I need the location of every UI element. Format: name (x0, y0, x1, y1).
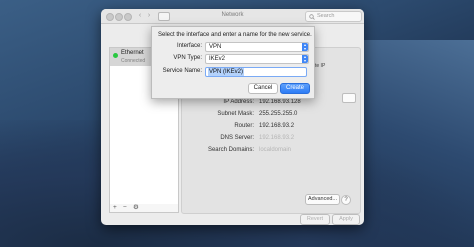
router-row: Router: 192.168.93.2 (181, 122, 359, 131)
revert-button[interactable]: Revert (300, 214, 330, 225)
interface-value: VPN (209, 44, 222, 50)
service-name: Ethernet (121, 50, 144, 56)
add-service-button[interactable]: + (113, 204, 117, 212)
router-label: Router: (234, 123, 254, 129)
interface-label: Interface: (176, 43, 202, 49)
title-bar: ‹ › Network Search (101, 9, 364, 24)
cancel-button[interactable]: Cancel (248, 83, 278, 94)
vpn-type-label: VPN Type: (173, 55, 202, 61)
subnet-mask-label: Subnet Mask: (217, 111, 254, 117)
subnet-mask-value: 255.255.255.0 (259, 111, 298, 117)
dns-server-row: DNS Server: 192.168.93.2 (181, 134, 359, 143)
apply-button[interactable]: Apply (332, 214, 360, 225)
service-name-value: VPN (IKEv2) (208, 68, 245, 76)
chevron-updown-icon: ▴ ▾ (302, 54, 308, 63)
dns-server-value: 192.168.93.2 (259, 135, 295, 141)
search-domains-row: Search Domains: localdomain (181, 146, 359, 155)
chevron-updown-icon: ▴ ▾ (302, 42, 308, 51)
vpn-type-select[interactable]: IKEv2 ▴ ▾ (205, 54, 309, 64)
subnet-mask-row: Subnet Mask: 255.255.255.0 (181, 110, 359, 119)
status-dot-icon (113, 53, 118, 58)
help-button[interactable]: ? (341, 195, 351, 205)
service-name-label: Service Name: (162, 68, 202, 74)
ip-address-label: IP Address: (223, 99, 254, 105)
ip-address-value: 192.168.93.128 (259, 99, 301, 105)
dns-server-label: DNS Server: (220, 135, 254, 141)
ip-address-row: IP Address: 192.168.93.128 (181, 98, 359, 107)
advanced-button[interactable]: Advanced... (305, 194, 340, 205)
vpn-type-value: IKEv2 (209, 56, 226, 62)
service-list-toolbar: + − ⚙ (109, 204, 179, 213)
remove-service-button[interactable]: − (123, 204, 127, 212)
search-domains-label: Search Domains: (207, 147, 254, 153)
service-name-field[interactable]: VPN (IKEv2) (205, 67, 307, 77)
search-domains-value: localdomain (259, 147, 292, 153)
router-value: 192.168.93.2 (259, 123, 295, 129)
search-input[interactable]: Search (305, 11, 362, 22)
create-button[interactable]: Create (280, 83, 310, 94)
sheet-message: Select the interface and enter a name fo… (158, 32, 312, 38)
search-placeholder: Search (317, 13, 335, 19)
new-service-sheet: Select the interface and enter a name fo… (151, 26, 315, 99)
service-status: Connected (121, 57, 146, 64)
search-icon (309, 14, 315, 20)
gear-icon[interactable]: ⚙ (133, 204, 139, 212)
interface-select[interactable]: VPN ▴ ▾ (205, 42, 309, 52)
partial-status-text: te IP (315, 63, 326, 69)
